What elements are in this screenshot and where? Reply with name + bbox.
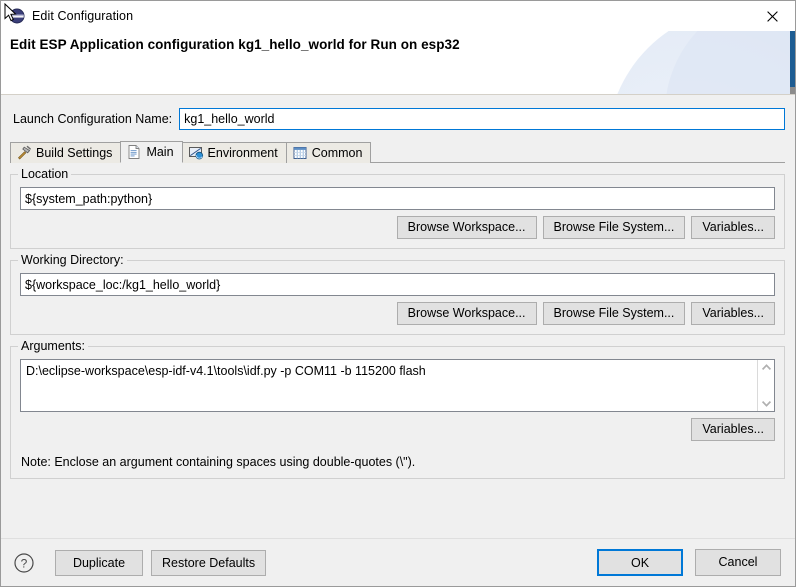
cancel-button[interactable]: Cancel	[695, 549, 781, 576]
header-accent-bar-lower	[790, 87, 795, 94]
working-directory-input[interactable]	[20, 273, 775, 296]
working-directory-button-row: Browse Workspace... Browse File System..…	[20, 302, 775, 325]
location-variables-button[interactable]: Variables...	[691, 216, 775, 239]
window-title: Edit Configuration	[32, 9, 134, 23]
page-title: Edit ESP Application configuration kg1_h…	[10, 37, 460, 52]
duplicate-button[interactable]: Duplicate	[55, 549, 143, 576]
tab-label: Environment	[207, 146, 278, 160]
working-directory-group: Working Directory: Browse Workspace... B…	[10, 253, 785, 335]
tab-label: Main	[146, 145, 174, 159]
hammer-icon	[16, 145, 32, 161]
working-directory-group-inner: Browse Workspace... Browse File System..…	[20, 261, 775, 325]
arguments-button-row: Variables...	[20, 418, 775, 441]
location-browse-workspace-button[interactable]: Browse Workspace...	[396, 216, 537, 239]
arguments-text: D:\eclipse-workspace\esp-idf-v4.1\tools\…	[26, 364, 426, 378]
working-directory-browse-file-system-button[interactable]: Browse File System...	[542, 302, 686, 325]
arguments-group-inner: D:\eclipse-workspace\esp-idf-v4.1\tools\…	[20, 347, 775, 469]
arguments-variables-button[interactable]: Variables...	[691, 418, 775, 441]
working-directory-browse-workspace-button[interactable]: Browse Workspace...	[396, 302, 537, 325]
location-input[interactable]	[20, 187, 775, 210]
location-group-title: Location	[18, 167, 72, 181]
arguments-textarea[interactable]: D:\eclipse-workspace\esp-idf-v4.1\tools\…	[20, 359, 775, 412]
working-directory-variables-button[interactable]: Variables...	[691, 302, 775, 325]
tab-main[interactable]: Main	[120, 141, 183, 163]
arguments-group: Arguments: D:\eclipse-workspace\esp-idf-…	[10, 339, 785, 479]
tab-label: Build Settings	[36, 146, 113, 160]
tab-common[interactable]: Common	[285, 142, 372, 163]
footer-right-group: OK Cancel	[597, 549, 781, 576]
title-bar: Edit Configuration	[1, 1, 795, 31]
tab-strip: Build Settings Main Environment Common	[10, 140, 785, 163]
launch-name-row: Launch Configuration Name:	[1, 95, 795, 130]
tab-environment[interactable]: Environment	[181, 142, 287, 163]
dialog-footer: ? Duplicate Restore Defaults OK Cancel	[1, 538, 795, 586]
working-directory-group-title: Working Directory:	[18, 253, 127, 267]
svg-text:?: ?	[21, 556, 28, 570]
table-window-icon	[292, 145, 308, 161]
location-browse-file-system-button[interactable]: Browse File System...	[542, 216, 686, 239]
tab-build-settings[interactable]: Build Settings	[10, 142, 122, 163]
restore-defaults-button[interactable]: Restore Defaults	[151, 549, 267, 576]
document-icon	[126, 144, 142, 160]
header-accent-bar	[790, 31, 795, 87]
wizard-header: Edit ESP Application configuration kg1_h…	[1, 31, 795, 95]
main-tab-panel: Location Browse Workspace... Browse File…	[1, 167, 795, 479]
location-button-row: Browse Workspace... Browse File System..…	[20, 216, 775, 239]
arguments-scrollbar[interactable]	[757, 360, 774, 411]
ok-button[interactable]: OK	[597, 549, 683, 576]
footer-left-group: ? Duplicate Restore Defaults	[13, 549, 267, 576]
close-icon[interactable]	[749, 1, 795, 31]
chevron-down-icon[interactable]	[761, 400, 771, 407]
launch-name-input[interactable]	[179, 108, 785, 130]
dialog-content: Launch Configuration Name: Build Setting…	[1, 95, 795, 538]
location-group: Location Browse Workspace... Browse File…	[10, 167, 785, 249]
location-group-inner: Browse Workspace... Browse File System..…	[20, 175, 775, 239]
launch-config-icon	[9, 8, 25, 24]
launch-name-label: Launch Configuration Name:	[13, 112, 173, 126]
arguments-group-title: Arguments:	[18, 339, 88, 353]
chevron-up-icon[interactable]	[761, 364, 771, 371]
help-question-icon[interactable]: ?	[13, 552, 35, 574]
tab-label: Common	[311, 146, 363, 160]
arguments-note: Note: Enclose an argument containing spa…	[21, 455, 416, 469]
edit-configuration-dialog: Edit Configuration Edit ESP Application …	[0, 0, 796, 587]
monitor-icon	[188, 145, 204, 161]
